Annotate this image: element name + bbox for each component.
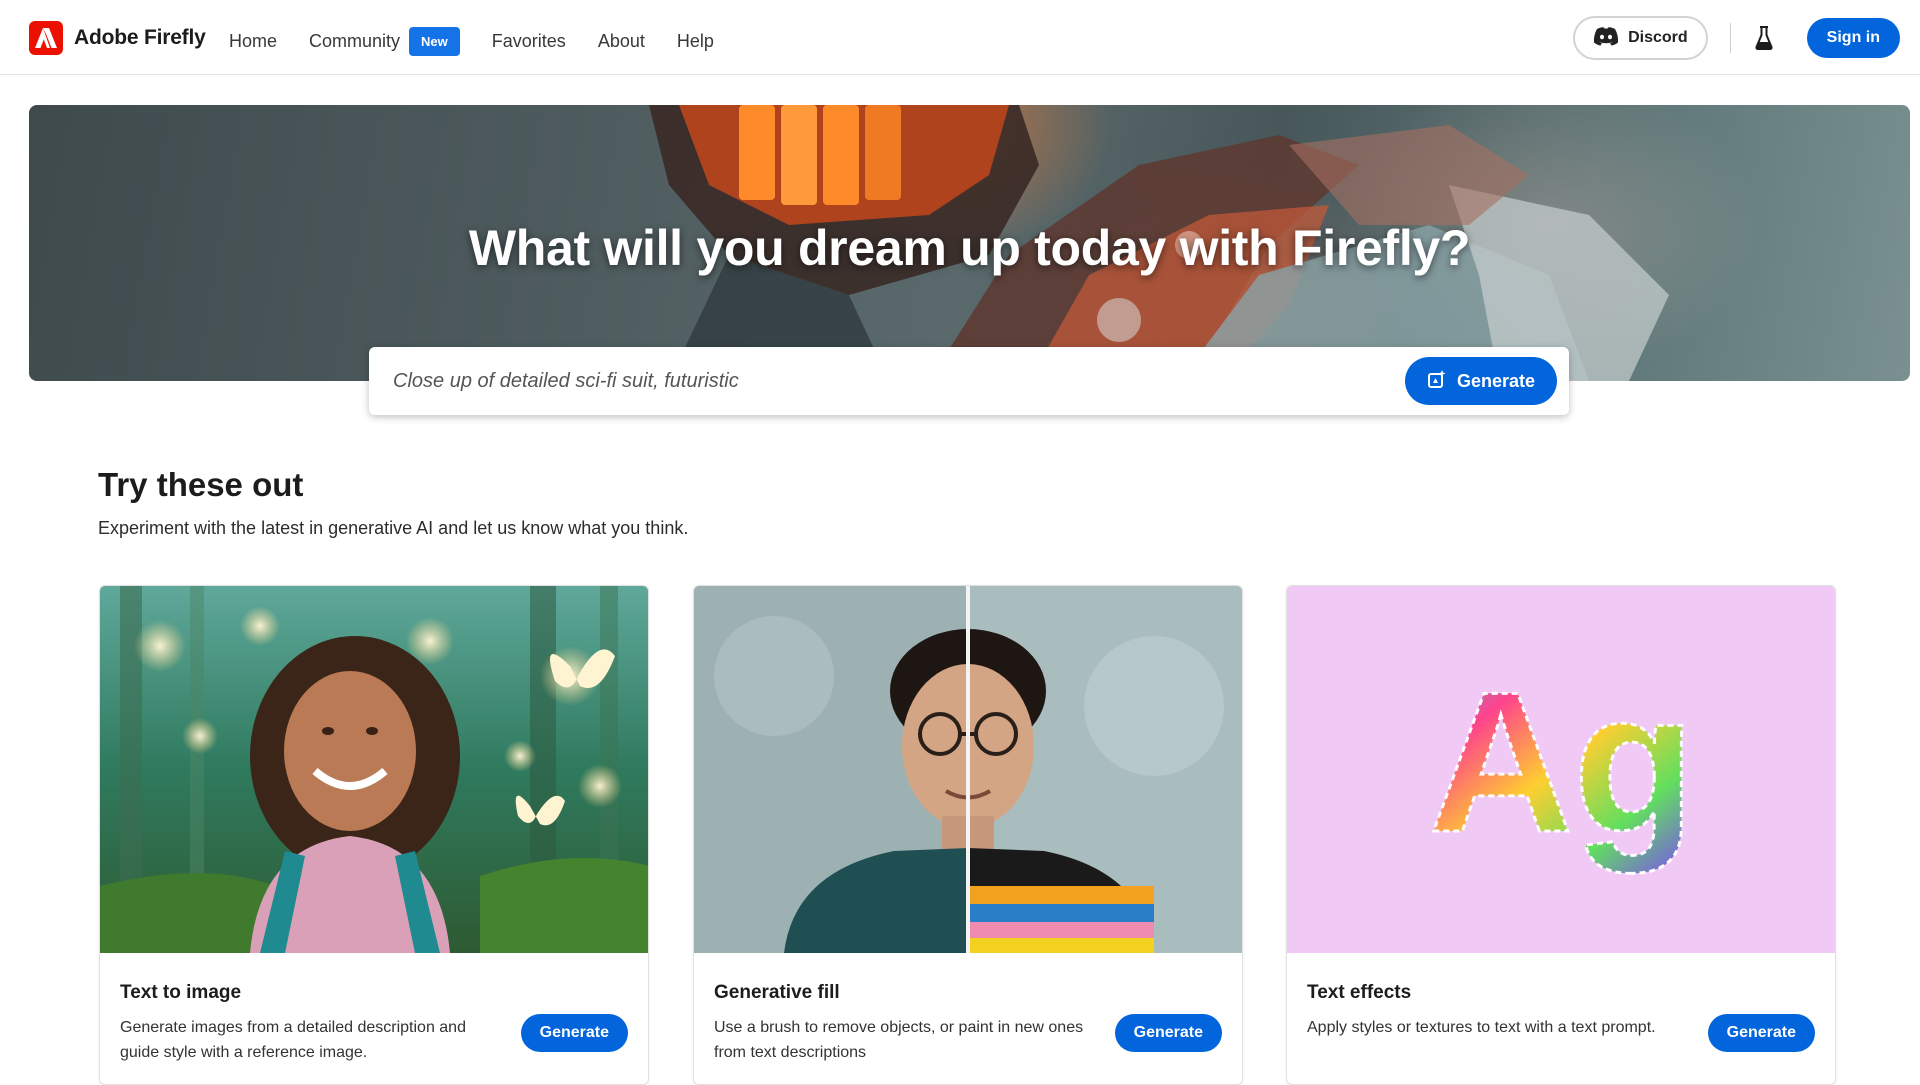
card-image-fuzzy-letters: Ag: [1287, 586, 1835, 953]
discord-label: Discord: [1628, 29, 1688, 46]
section-subtitle: Experiment with the latest in generative…: [98, 518, 689, 538]
card-generate-button[interactable]: Generate: [520, 1014, 628, 1052]
hero-generate-label: Generate: [1456, 370, 1535, 391]
fuzzy-letters-text: Ag: [1429, 651, 1696, 874]
card-generate-button[interactable]: Generate: [1114, 1014, 1222, 1052]
card-generate-button[interactable]: Generate: [1707, 1014, 1815, 1052]
hero-generate-button[interactable]: Generate: [1404, 357, 1557, 405]
card-text-to-image[interactable]: Text to image Generate images from a det…: [99, 585, 649, 1085]
nav-community[interactable]: Community: [309, 31, 400, 52]
prompt-input[interactable]: [393, 347, 1393, 415]
nav-home[interactable]: Home: [229, 31, 277, 52]
main-nav: Home Community New Favorites About Help: [229, 26, 714, 56]
card-generative-fill[interactable]: Generative fill Use a brush to remove ob…: [693, 585, 1243, 1085]
labs-flask-icon[interactable]: [1751, 25, 1777, 51]
hero-title: What will you dream up today with Firefl…: [468, 220, 1471, 276]
nav-about[interactable]: About: [598, 31, 645, 52]
header-divider: [1729, 23, 1731, 53]
new-badge: New: [409, 26, 460, 56]
nav-help[interactable]: Help: [677, 31, 714, 52]
sign-in-button[interactable]: Sign in: [1806, 18, 1900, 58]
discord-icon: [1593, 26, 1619, 51]
nav-favorites[interactable]: Favorites: [492, 31, 566, 52]
card-title: Text to image: [120, 982, 242, 1003]
card-text-effects[interactable]: Ag Text effects Apply styles or textures…: [1286, 585, 1836, 1085]
card-title: Text effects: [1307, 982, 1412, 1003]
card-description: Use a brush to remove objects, or paint …: [714, 1019, 1084, 1061]
brand[interactable]: Adobe Firefly: [29, 21, 206, 55]
prompt-bar: Generate: [369, 347, 1569, 415]
top-header: Adobe Firefly Home Community New Favorit…: [0, 0, 1920, 75]
discord-button[interactable]: Discord: [1573, 16, 1708, 60]
card-description: Apply styles or textures to text with a …: [1307, 1019, 1656, 1036]
generate-sparkle-icon: [1427, 369, 1447, 394]
card-image-girl-butterflies: [100, 586, 648, 953]
header-actions: Discord Sign in: [1573, 16, 1900, 60]
section-title: Try these out: [98, 466, 304, 503]
card-description: Generate images from a detailed descript…: [120, 1019, 466, 1061]
brand-name: Adobe Firefly: [74, 26, 206, 49]
card-title: Generative fill: [714, 982, 840, 1003]
hero-banner: What will you dream up today with Firefl…: [29, 105, 1910, 381]
adobe-logo-icon: [29, 21, 63, 55]
card-image-man-split: [694, 586, 1242, 953]
